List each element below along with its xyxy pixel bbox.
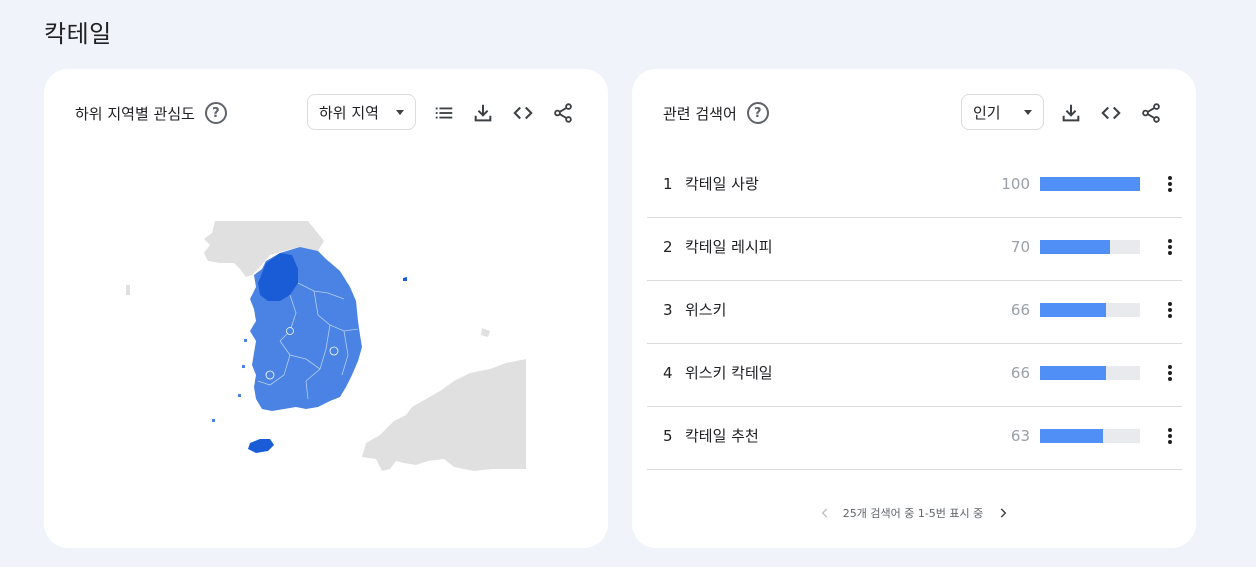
- korea-region-map[interactable]: [44, 69, 608, 548]
- gwangju-region: [265, 370, 275, 380]
- query-value-bar: [1040, 240, 1140, 254]
- query-value-bar-fill: [1040, 303, 1106, 317]
- query-rank: 5: [663, 427, 673, 445]
- query-value: 70: [1010, 238, 1030, 256]
- embed-icon[interactable]: [1098, 100, 1124, 126]
- query-value-bar-fill: [1040, 429, 1103, 443]
- more-options-icon[interactable]: [1161, 426, 1179, 446]
- queries-card-title: 관련 검색어: [663, 104, 737, 123]
- query-sort-select[interactable]: 인기: [961, 94, 1044, 130]
- query-value: 100: [1001, 175, 1030, 193]
- dokdo-island: [403, 277, 407, 281]
- query-row[interactable]: 2 칵테일 레시피 70: [647, 218, 1182, 281]
- more-options-icon[interactable]: [1161, 300, 1179, 320]
- pagination: 25개 검색어 중 1-5번 표시 중: [632, 501, 1196, 525]
- query-term[interactable]: 칵테일 사랑: [685, 173, 759, 194]
- daejeon-region: [286, 327, 294, 335]
- region-interest-card: 하위 지역별 관심도 ? 하위 지역: [44, 69, 608, 548]
- query-row[interactable]: 1 칵테일 사랑 100: [647, 155, 1182, 218]
- query-rank: 4: [663, 364, 673, 382]
- japan-land: [362, 359, 526, 471]
- query-row[interactable]: 4 위스키 칵테일 66: [647, 344, 1182, 407]
- download-icon[interactable]: [1058, 100, 1084, 126]
- more-options-icon[interactable]: [1161, 237, 1179, 257]
- share-icon[interactable]: [1138, 100, 1164, 126]
- query-value-bar: [1040, 366, 1140, 380]
- jeju-region: [248, 439, 274, 453]
- page-title: 칵테일: [44, 20, 112, 48]
- query-term[interactable]: 위스키: [685, 299, 726, 320]
- query-term[interactable]: 칵테일 레시피: [685, 236, 773, 257]
- china-coast-dot: [126, 285, 130, 295]
- query-value-bar: [1040, 177, 1140, 191]
- query-row[interactable]: 5 칵테일 추천 63: [647, 407, 1182, 470]
- more-options-icon[interactable]: [1161, 174, 1179, 194]
- query-value-bar-fill: [1040, 240, 1110, 254]
- query-value: 66: [1010, 364, 1030, 382]
- query-term[interactable]: 칵테일 추천: [685, 425, 759, 446]
- query-value-bar: [1040, 429, 1140, 443]
- west-islands: [212, 339, 247, 422]
- query-rank: 2: [663, 238, 673, 256]
- query-value-bar-fill: [1040, 366, 1106, 380]
- query-value-bar: [1040, 303, 1140, 317]
- query-value: 66: [1010, 301, 1030, 319]
- query-rank: 1: [663, 175, 673, 193]
- pagination-label: 25개 검색어 중 1-5번 표시 중: [842, 507, 984, 520]
- chevron-down-icon: [1024, 110, 1032, 115]
- query-sort-select-value: 인기: [973, 103, 1001, 122]
- query-term[interactable]: 위스키 칵테일: [685, 362, 773, 383]
- more-options-icon[interactable]: [1161, 363, 1179, 383]
- help-icon[interactable]: ?: [746, 102, 769, 124]
- query-value-bar-fill: [1040, 177, 1140, 191]
- query-row[interactable]: 3 위스키 66: [647, 281, 1182, 344]
- chevron-left-icon[interactable]: [817, 505, 833, 521]
- daegu-region: [329, 346, 339, 356]
- queries-card-header: 관련 검색어 ? 인기: [632, 93, 1196, 133]
- query-rank: 3: [663, 301, 673, 319]
- chevron-right-icon[interactable]: [995, 505, 1011, 521]
- query-value: 63: [1010, 427, 1030, 445]
- japan-island-small: [481, 328, 490, 337]
- related-queries-card: 관련 검색어 ? 인기 1 칵테일 사랑 100 2 칵테일 레시피 70 3 위스키 66 4 위…: [632, 69, 1196, 548]
